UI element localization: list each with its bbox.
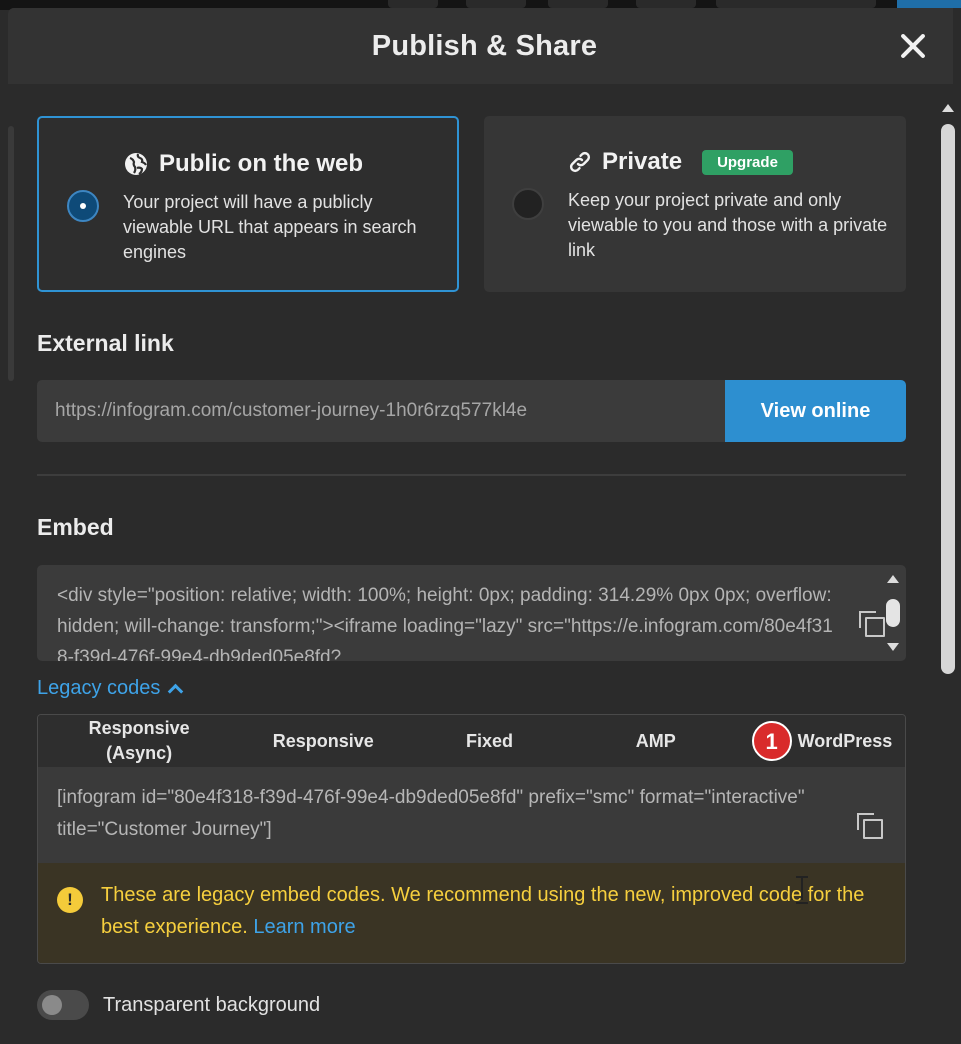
tab-label: AMP — [635, 730, 676, 751]
modal-scrollbar[interactable] — [941, 104, 955, 1044]
transparent-background-toggle[interactable] — [37, 990, 89, 1020]
private-option-title: Private — [602, 148, 683, 175]
embed-code-box[interactable]: <div style="position: relative; width: 1… — [37, 565, 906, 661]
tab-label: Responsive — [272, 730, 374, 751]
step-number-badge: 1 — [751, 721, 792, 761]
legacy-codes-toggle[interactable]: Legacy codes — [37, 677, 184, 700]
embed-title: Embed — [37, 514, 114, 540]
public-option-title: Public on the web — [159, 150, 364, 177]
private-radio[interactable] — [512, 188, 544, 220]
public-option-description: Your project will have a publicly viewab… — [123, 192, 417, 262]
modal-content: Public on the web Your project will have… — [37, 116, 906, 1020]
warning-message: These are legacy embed codes. We recomme… — [101, 884, 865, 938]
transparent-background-label: Transparent background — [103, 993, 321, 1016]
legacy-codes-label: Legacy codes — [37, 677, 161, 699]
copy-legacy-icon[interactable] — [857, 813, 883, 839]
scroll-up-icon[interactable] — [942, 104, 954, 112]
scroll-up-icon[interactable] — [887, 575, 899, 583]
tab-wordpress[interactable]: 1 WordPress — [739, 715, 905, 767]
external-link-field[interactable]: https://infogram.com/customer-journey-1h… — [37, 380, 725, 442]
private-option-head: Private Upgrade — [568, 148, 793, 176]
tab-amp[interactable]: AMP — [573, 715, 739, 767]
section-divider — [37, 474, 906, 476]
legacy-code-text[interactable]: [infogram id="80e4f318-f39d-476f-99e4-db… — [57, 782, 837, 846]
private-option-description: Keep your project private and only viewa… — [568, 190, 888, 260]
private-option-card[interactable]: Private Upgrade Keep your project privat… — [484, 116, 906, 292]
view-online-button[interactable]: View online — [725, 380, 906, 442]
legacy-warning: ! These are legacy embed codes. We recom… — [38, 863, 905, 963]
tab-responsive[interactable]: Responsive — [240, 715, 406, 767]
toolbar-ghost-download — [716, 0, 876, 8]
external-link-row: https://infogram.com/customer-journey-1h… — [37, 380, 906, 442]
modal-title: Publish & Share — [371, 29, 598, 62]
globe-icon — [125, 153, 147, 175]
toolbar-ghost-4 — [636, 0, 696, 8]
scroll-down-icon[interactable] — [887, 643, 899, 651]
tab-label: Fixed — [466, 730, 514, 751]
external-link-title: External link — [37, 330, 174, 356]
legacy-tabs: Responsive (Async) Responsive Fixed AMP … — [38, 715, 905, 767]
close-button[interactable] — [897, 30, 929, 62]
tab-responsive-async[interactable]: Responsive (Async) — [38, 715, 240, 767]
toolbar-ghost-2 — [466, 0, 526, 8]
modal-scroll-thumb[interactable] — [941, 124, 955, 674]
toolbar-ghost-3 — [548, 0, 608, 8]
embed-scroll-thumb[interactable] — [886, 599, 900, 627]
public-radio[interactable] — [67, 190, 99, 222]
embed-scrollbar[interactable] — [886, 575, 900, 651]
transparent-background-row: Transparent background — [37, 990, 906, 1020]
link-icon — [569, 151, 591, 173]
legacy-codes-panel: Responsive (Async) Responsive Fixed AMP … — [37, 714, 906, 964]
copy-embed-icon[interactable] — [859, 611, 885, 637]
warning-icon: ! — [57, 887, 83, 913]
upgrade-badge[interactable]: Upgrade — [702, 149, 793, 175]
tab-label: WordPress — [797, 730, 893, 751]
modal-header: Publish & Share — [8, 8, 953, 84]
tab-label: Responsive (Async) — [88, 718, 190, 763]
public-option-card[interactable]: Public on the web Your project will have… — [37, 116, 459, 292]
public-option-head: Public on the web — [123, 150, 363, 178]
background-scroll-edge — [8, 126, 14, 381]
warning-text: These are legacy embed codes. We recomme… — [101, 879, 891, 943]
learn-more-link[interactable]: Learn more — [253, 916, 355, 938]
tab-fixed[interactable]: Fixed — [406, 715, 572, 767]
legacy-code-box[interactable]: [infogram id="80e4f318-f39d-476f-99e4-db… — [38, 767, 905, 863]
embed-code-text[interactable]: <div style="position: relative; width: 1… — [57, 580, 837, 661]
publish-share-modal: Publish & Share Public on the web Your p… — [8, 8, 961, 1038]
toolbar-ghost-1 — [388, 0, 438, 8]
chevron-up-icon — [168, 683, 184, 700]
visibility-options: Public on the web Your project will have… — [37, 116, 906, 292]
